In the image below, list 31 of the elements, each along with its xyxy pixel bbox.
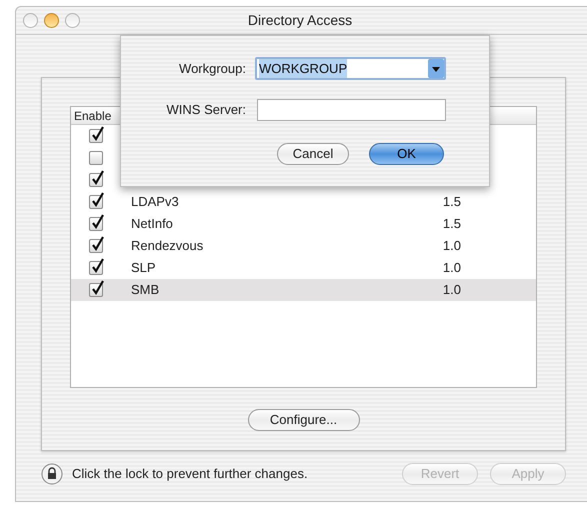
checkbox[interactable]	[89, 151, 103, 165]
service-version: 1.0	[442, 281, 461, 300]
checkbox[interactable]	[89, 195, 103, 209]
checkbox[interactable]	[89, 261, 103, 275]
service-name: NetInfo	[131, 215, 174, 234]
service-name: SLP	[131, 259, 157, 278]
ok-button[interactable]: OK	[369, 143, 444, 165]
workgroup-label: Workgroup:	[178, 60, 246, 78]
wins-server-field[interactable]	[257, 99, 446, 121]
minimize-icon[interactable]	[44, 13, 59, 28]
checkbox[interactable]	[89, 173, 103, 187]
service-version: 1.5	[442, 215, 461, 234]
service-version: 1.0	[442, 259, 461, 278]
configure-button[interactable]: Configure...	[248, 408, 360, 431]
lock-message: Click the lock to prevent further changes.	[72, 465, 308, 484]
checkbox[interactable]	[89, 217, 103, 231]
checkbox[interactable]	[89, 129, 103, 143]
service-version: 1.0	[442, 237, 461, 256]
service-version: 1.5	[442, 193, 461, 212]
workgroup-combo-box[interactable]: WORKGROUP	[255, 57, 446, 80]
service-name: Rendezvous	[131, 237, 204, 256]
checkbox[interactable]	[89, 283, 103, 297]
cancel-button[interactable]: Cancel	[277, 143, 349, 165]
checkbox[interactable]	[89, 239, 103, 253]
lock-icon[interactable]	[41, 463, 63, 485]
workgroup-value: WORKGROUP	[259, 58, 348, 78]
table-row[interactable]: SMB 1.0	[71, 279, 536, 301]
window-title: Directory Access	[248, 11, 352, 30]
wins-server-label: WINS Server:	[166, 101, 246, 120]
service-name: SMB	[131, 281, 160, 300]
service-name: LDAPv3	[131, 193, 180, 212]
